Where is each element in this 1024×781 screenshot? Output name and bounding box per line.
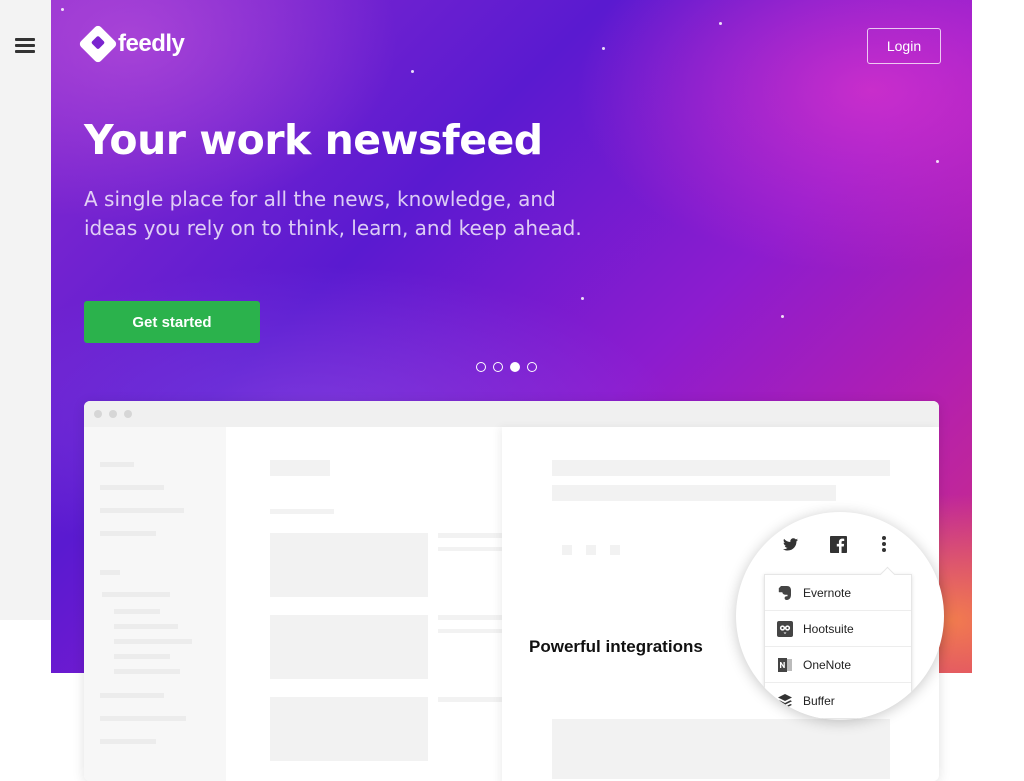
menu-item-label: Hootsuite <box>803 621 854 636</box>
placeholder-line <box>114 609 160 614</box>
feedly-logo-icon <box>78 24 118 64</box>
placeholder-line <box>100 570 120 575</box>
more-vertical-icon[interactable] <box>874 534 894 554</box>
menu-item-evernote[interactable]: Evernote <box>765 575 911 611</box>
carousel-dot[interactable] <box>476 362 486 372</box>
evernote-icon <box>777 585 793 601</box>
placeholder-line <box>100 508 184 513</box>
placeholder-icon <box>562 545 572 555</box>
integrations-zoom-callout: Evernote Hootsuite OneNote Buffer <box>736 512 944 720</box>
placeholder-title <box>270 460 330 476</box>
placeholder-line <box>100 693 164 698</box>
carousel-dot[interactable] <box>527 362 537 372</box>
twitter-icon[interactable] <box>780 534 800 554</box>
menu-item-label: Evernote <box>803 585 852 600</box>
onenote-icon <box>777 657 793 673</box>
hero-subhead: A single place for all the news, knowled… <box>84 187 582 240</box>
hamburger-icon-bar <box>15 50 35 53</box>
brand-name: feedly <box>118 30 185 57</box>
placeholder-line <box>438 533 502 538</box>
star-decoration <box>719 22 722 25</box>
placeholder-line <box>100 739 156 744</box>
placeholder-line <box>114 669 180 674</box>
login-button[interactable]: Login <box>867 28 941 64</box>
placeholder-line <box>438 615 502 620</box>
carousel-indicators <box>476 362 537 372</box>
facebook-icon[interactable] <box>828 534 848 554</box>
placeholder-block <box>552 719 890 779</box>
hamburger-icon-bar <box>15 38 35 41</box>
integrations-label: Powerful integrations <box>529 637 703 656</box>
star-decoration <box>411 70 414 73</box>
window-control-dot <box>124 410 132 418</box>
left-rail <box>0 0 51 620</box>
preview-feed <box>226 427 502 781</box>
menu-item-hootsuite[interactable]: Hootsuite <box>765 611 911 647</box>
placeholder-thumbnail <box>270 533 428 597</box>
carousel-dot[interactable] <box>510 362 520 372</box>
window-control-dot <box>109 410 117 418</box>
menu-item-label: Buffer <box>803 693 835 708</box>
window-titlebar <box>84 401 939 427</box>
hamburger-menu-button[interactable] <box>15 38 35 56</box>
get-started-button[interactable]: Get started <box>84 301 260 343</box>
placeholder-line <box>438 697 502 702</box>
star-decoration <box>781 315 784 318</box>
window-control-dot <box>94 410 102 418</box>
star-decoration <box>581 297 584 300</box>
placeholder-line <box>438 547 502 551</box>
star-decoration <box>61 8 64 11</box>
hootsuite-icon <box>777 620 793 637</box>
buffer-icon <box>777 693 793 709</box>
placeholder-line <box>270 509 334 514</box>
menu-item-buffer[interactable]: Buffer <box>765 683 911 718</box>
placeholder-thumbnail <box>270 697 428 761</box>
placeholder-line <box>100 485 164 490</box>
placeholder-thumbnail <box>270 615 428 679</box>
placeholder-line <box>100 462 134 467</box>
preview-sidebar <box>84 427 226 781</box>
placeholder-line <box>102 592 170 597</box>
star-decoration <box>936 160 939 163</box>
placeholder-icon <box>610 545 620 555</box>
placeholder-title <box>552 460 890 476</box>
placeholder-line <box>100 716 186 721</box>
menu-item-label: OneNote <box>803 657 852 672</box>
placeholder-line <box>114 654 170 659</box>
integrations-menu: Evernote Hootsuite OneNote Buffer <box>764 574 912 719</box>
placeholder-line <box>114 639 192 644</box>
hero-headline: Your work newsfeed <box>84 116 543 164</box>
placeholder-line <box>100 531 156 536</box>
star-decoration <box>602 47 605 50</box>
placeholder-line <box>438 629 502 633</box>
menu-item-onenote[interactable]: OneNote <box>765 647 911 683</box>
feedly-logo[interactable]: feedly <box>78 24 185 64</box>
carousel-dot[interactable] <box>493 362 503 372</box>
placeholder-icon <box>586 545 596 555</box>
hamburger-icon-bar <box>15 44 35 47</box>
placeholder-title <box>552 485 836 501</box>
placeholder-line <box>114 624 178 629</box>
